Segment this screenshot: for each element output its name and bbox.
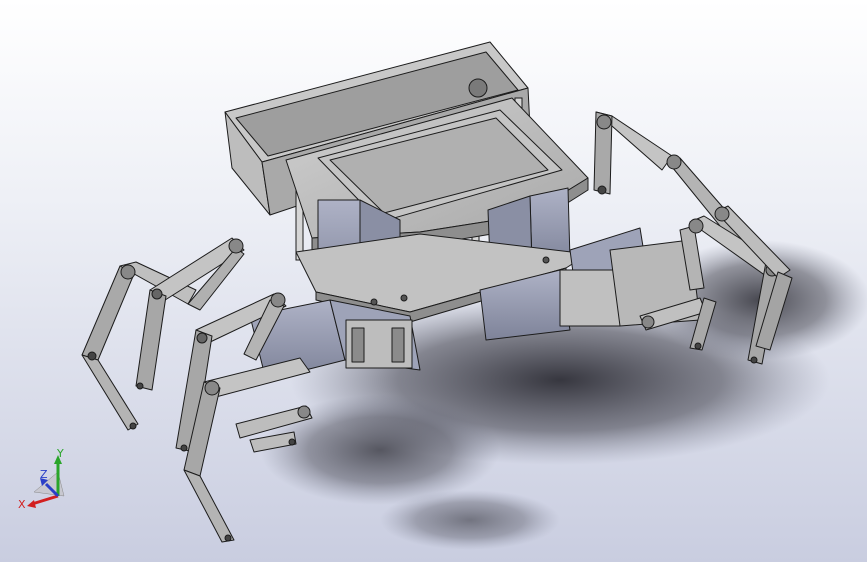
axis-y-label: Y: [56, 447, 64, 460]
coordinate-triad: Y X Z: [18, 447, 65, 511]
hexapod-robot-model[interactable]: Y X Z: [0, 0, 867, 562]
cad-viewport[interactable]: Y X Z: [0, 0, 867, 562]
axis-z-label: Z: [40, 468, 48, 481]
axis-x-label: X: [18, 498, 26, 511]
